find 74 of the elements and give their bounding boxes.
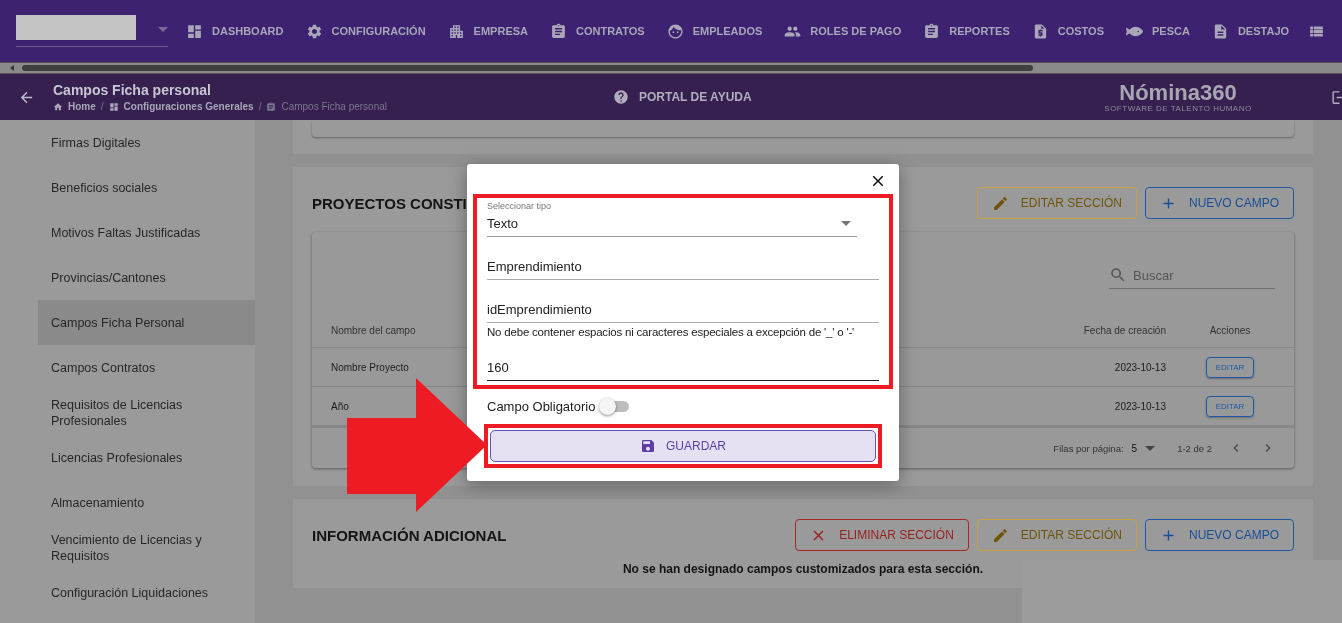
nav-menu-item[interactable]: REPORTES <box>912 22 1021 40</box>
outlined-button[interactable]: NUEVO CAMPO <box>1145 519 1294 551</box>
column-header: Nombre del campo <box>331 325 416 336</box>
section-title: INFORMACIÓN ADICIONAL <box>312 526 507 544</box>
nav-menu-item[interactable]: CONFIGURACIÓN <box>294 22 437 40</box>
caret-icon <box>1145 445 1156 451</box>
input-field[interactable]: idEmprendimiento <box>487 302 879 323</box>
sidebar-item[interactable]: Firmas Digitales <box>38 120 255 165</box>
column-header: Fecha de creación <box>1082 325 1166 336</box>
empty-message: No se han designado campos customizados para esta sección. <box>621 562 985 576</box>
save-button[interactable]: GUARDAR <box>490 430 876 462</box>
caret-icon <box>841 221 851 226</box>
sidebar-item[interactable]: Licencias Profesionales <box>38 435 255 480</box>
face-icon <box>666 22 684 40</box>
sidebar-item[interactable]: Requisitos de Licencias Profesionales <box>38 390 255 435</box>
help-icon <box>613 89 629 105</box>
nav-menu-item[interactable]: CONTRATOS <box>539 22 656 40</box>
breadcrumb-separator: / <box>100 101 104 112</box>
helper-text: No debe contener espacios ni caracteres especiales a excepción de '_' o '-' <box>487 326 856 338</box>
outlined-button[interactable]: NUEVO CAMPO <box>1145 187 1294 219</box>
building-icon <box>447 22 465 40</box>
select-value: Texto <box>487 216 520 231</box>
section-title: PROYECTOS CONSTI <box>312 194 467 212</box>
table-cell: Año <box>331 400 349 412</box>
nav-menu-item[interactable]: ROLES DE PAGO <box>773 22 913 40</box>
dashboard-icon <box>186 22 203 40</box>
caret-icon[interactable] <box>158 27 168 32</box>
sidebar-item[interactable]: Campos Contratos <box>38 345 255 390</box>
help-portal-link[interactable]: PORTAL DE AYUDA <box>613 89 1103 105</box>
sidebar-item[interactable]: Campos Ficha Personal <box>38 300 255 345</box>
sidebar-item[interactable]: Almacenamiento <box>38 480 255 525</box>
pencil-icon <box>991 194 1009 212</box>
sidebar-item[interactable]: Configuración Liquidaciones <box>38 570 255 615</box>
clipboard-icon <box>923 22 941 40</box>
sidebar-item[interactable]: Beneficios sociales <box>38 165 255 210</box>
pencil-icon <box>991 526 1009 544</box>
clipboard-icon <box>266 101 277 112</box>
horizontal-scrollbar[interactable] <box>0 62 1342 74</box>
input-field[interactable]: 160 <box>487 360 879 381</box>
breadcrumb-link[interactable]: Configuraciones Generales <box>123 101 254 112</box>
search-icon <box>1109 266 1127 284</box>
scrollbar-thumb[interactable] <box>22 65 1033 71</box>
clipboard-icon <box>550 22 567 40</box>
select-label: Seleccionar tipo <box>487 201 553 211</box>
nav-menu-item[interactable]: DASHBOARD <box>175 22 295 40</box>
nav-menu-item[interactable]: EMPLEADOS <box>655 22 774 40</box>
gear-icon <box>305 22 323 40</box>
breadcrumb-separator: / <box>258 101 262 112</box>
switch-label: Campo Obligatorio <box>487 399 596 414</box>
breadcrumb-link[interactable]: Home <box>68 101 96 112</box>
sidebar-item[interactable]: Provincias/Cantones <box>38 255 255 300</box>
pagination-range: 1-2 de 2 <box>1177 442 1212 454</box>
search-placeholder: Buscar <box>1133 267 1174 283</box>
sidebar-item[interactable]: Vencimiento de Licencias y Requisitos <box>38 525 255 570</box>
dashboard-icon <box>108 101 119 112</box>
logo-tagline: SOFTWARE DE TALENTO HUMANO <box>1104 103 1252 113</box>
table-cell-text: 2023-10-13 <box>1113 361 1166 373</box>
rows-per-page-select[interactable]: 5 <box>1131 442 1156 454</box>
input-field[interactable]: Emprendimiento <box>487 259 879 280</box>
outlined-button[interactable]: ELIMINAR SECCIÓN <box>795 519 969 551</box>
type-select[interactable]: Seleccionar tipo Texto <box>487 201 857 237</box>
table-cell-text: 2023-10-13 <box>1113 400 1166 412</box>
logo-wordmark: Nómina360 <box>1119 81 1237 104</box>
nav-menu-item[interactable]: PESCA <box>1115 22 1201 40</box>
table-cell: Nombre Proyecto <box>331 361 409 373</box>
nav-menu-item[interactable]: EMPRESA <box>436 22 539 40</box>
page-title: Campos Ficha personal <box>53 82 212 98</box>
column-header: Acciones <box>1209 325 1251 336</box>
nav-menu-item[interactable]: DESTAJO <box>1200 22 1301 40</box>
rows-per-page-label: Filas por página: <box>1053 442 1124 454</box>
home-icon <box>53 101 63 112</box>
sidebar-item[interactable]: Motivos Faltas Justificadas <box>38 210 255 255</box>
nav-menu-item[interactable]: COSTOS <box>1020 22 1115 40</box>
toggle-switch[interactable] <box>601 401 630 412</box>
